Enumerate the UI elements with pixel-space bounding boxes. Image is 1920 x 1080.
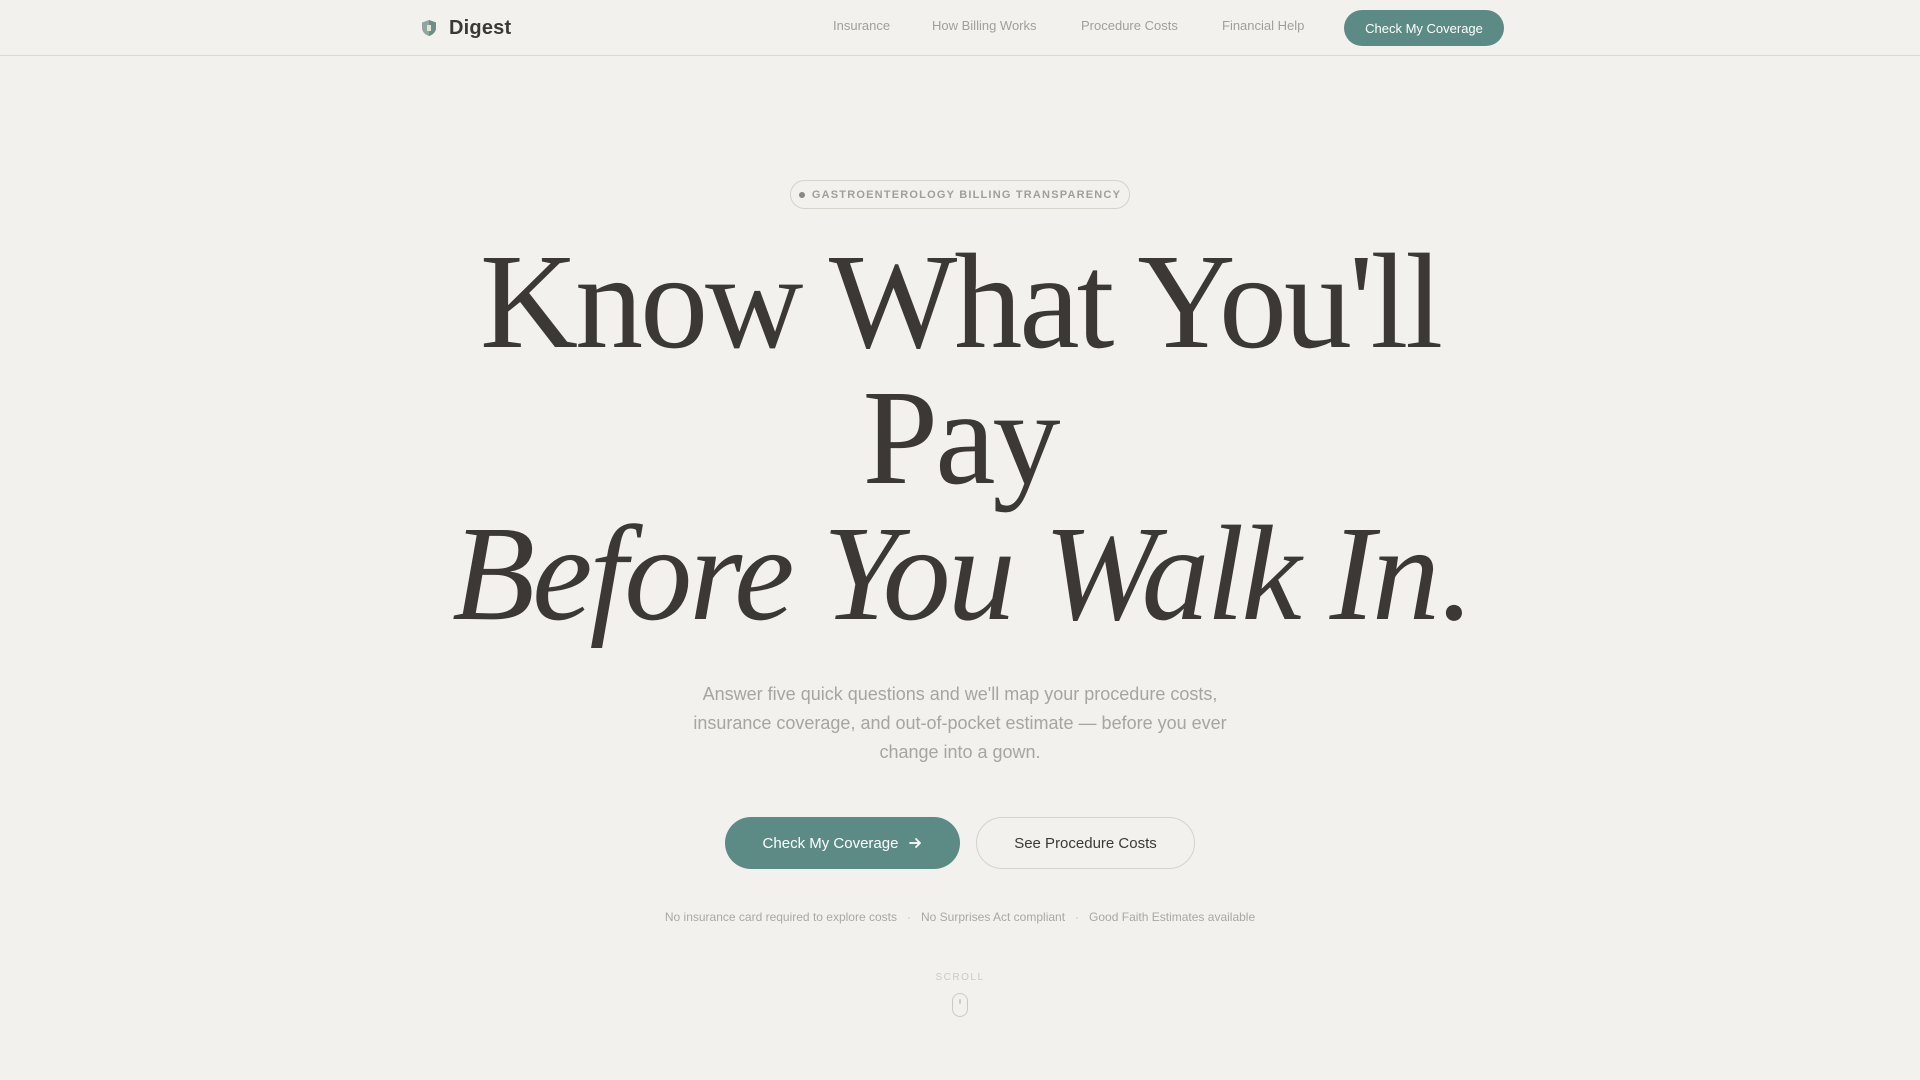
top-navigation: Digest Insurance How Billing Works Proce… bbox=[0, 0, 1920, 56]
hero-description: Answer five quick questions and we'll ma… bbox=[693, 684, 1227, 762]
nav-link-procedure-costs[interactable]: Procedure Costs bbox=[1081, 18, 1178, 33]
check-coverage-label: Check My Coverage bbox=[762, 834, 899, 852]
mouse-scroll-icon bbox=[952, 993, 968, 1017]
nav-link-insurance[interactable]: Insurance bbox=[833, 18, 890, 33]
scroll-indicator[interactable]: SCROLL bbox=[910, 972, 1010, 1017]
trust-item-no-surprises: No Surprises Act compliant bbox=[920, 910, 1066, 924]
trust-item-good-faith: Good Faith Estimates available bbox=[1089, 910, 1256, 924]
nav-links: Insurance How Billing Works Procedure Co… bbox=[0, 0, 1920, 56]
nav-link-how-billing-works[interactable]: How Billing Works bbox=[932, 18, 1037, 33]
trust-indicators: No insurance card required to explore co… bbox=[0, 910, 1920, 924]
category-badge: GASTROENTEROLOGY BILLING TRANSPARENCY bbox=[790, 180, 1130, 209]
hero-title: Know What You'll Pay Before You Walk In. bbox=[0, 234, 1920, 642]
hero-title-line-2: Pay bbox=[862, 363, 1061, 513]
badge-dot-icon bbox=[798, 191, 805, 198]
nav-check-coverage-button[interactable]: Check My Coverage bbox=[1344, 10, 1504, 46]
hero-title-italic-text: Before You Walk In bbox=[452, 499, 1440, 649]
trust-separator: · bbox=[1075, 910, 1080, 924]
arrow-right-icon bbox=[909, 838, 922, 848]
hero-title-line-1: Know What You'll bbox=[479, 227, 1443, 377]
trust-separator: · bbox=[906, 910, 911, 924]
scroll-label: SCROLL bbox=[935, 972, 985, 983]
hero-title-period: . bbox=[1436, 499, 1471, 649]
check-coverage-button[interactable]: Check My Coverage bbox=[725, 817, 960, 869]
trust-item-no-card: No insurance card required to explore co… bbox=[664, 910, 897, 924]
hero-title-line-3: Before You Walk In. bbox=[0, 506, 1920, 642]
badge-label: GASTROENTEROLOGY BILLING TRANSPARENCY bbox=[811, 188, 1122, 201]
see-procedure-costs-button[interactable]: See Procedure Costs bbox=[976, 817, 1195, 869]
nav-link-financial-help[interactable]: Financial Help bbox=[1222, 18, 1304, 33]
